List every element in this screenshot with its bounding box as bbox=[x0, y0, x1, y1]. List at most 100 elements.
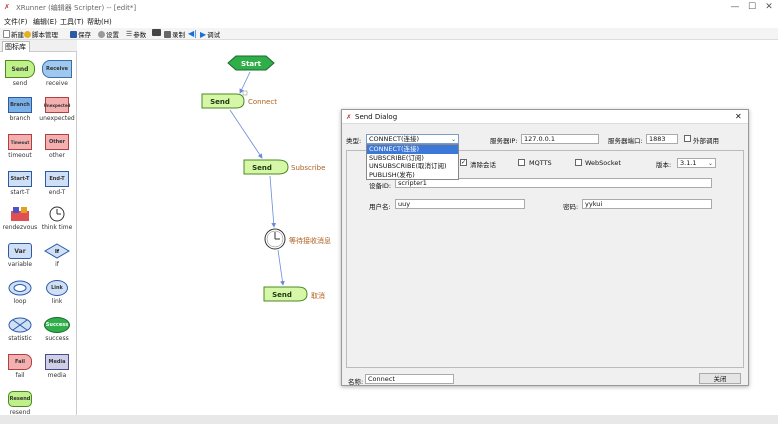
debug-button[interactable]: ▶ 调试 bbox=[200, 29, 220, 40]
flow-arrow-3 bbox=[269, 175, 277, 228]
websocket-checkbox[interactable] bbox=[575, 159, 582, 166]
script-manage-icon bbox=[24, 30, 31, 38]
palette-media[interactable]: Media media bbox=[38, 354, 76, 379]
server-ip-input[interactable]: 127.0.0.1 bbox=[521, 134, 599, 144]
node-label-wait: 等待接收消息 bbox=[289, 237, 331, 245]
palette-success[interactable]: Success success bbox=[38, 317, 76, 342]
type-option-connect[interactable]: CONNECT(连接) bbox=[367, 145, 458, 154]
selection-handle bbox=[242, 90, 248, 96]
bottom-strip bbox=[0, 415, 778, 424]
unexpected-icon: Unexpected bbox=[44, 97, 70, 113]
send-dialog: ✗ Send Dialog ✕ 类型: CONNECT(连接) ⌄ 服务器IP: … bbox=[341, 109, 749, 386]
password-label: 密码: bbox=[563, 203, 579, 211]
menu-help[interactable]: 帮助(H) bbox=[87, 17, 112, 27]
menu-file[interactable]: 文件(F) bbox=[4, 17, 28, 27]
grid-icon bbox=[152, 29, 161, 36]
palette-fail[interactable]: Fail fail bbox=[1, 354, 39, 379]
step-button[interactable]: ◀| bbox=[188, 29, 197, 38]
palette-loop[interactable]: loop bbox=[1, 280, 39, 305]
websocket-label: WebSocket bbox=[585, 159, 621, 167]
name-input[interactable]: Connect bbox=[365, 374, 454, 384]
flow-arrow-4 bbox=[277, 249, 285, 286]
palette-branch[interactable]: Branch branch bbox=[1, 97, 39, 122]
palette-end-t[interactable]: End-T end-T bbox=[38, 171, 76, 196]
type-option-publish[interactable]: PUBLISH(发布) bbox=[367, 171, 458, 180]
step-icon: ◀| bbox=[188, 29, 197, 38]
dialog-close-icon[interactable]: ✕ bbox=[735, 112, 742, 121]
close-window-button[interactable]: ✕ bbox=[762, 2, 776, 12]
settings-button[interactable]: 设置 bbox=[98, 29, 119, 39]
node-label-subscribe: Subscribe bbox=[291, 164, 326, 172]
palette-link[interactable]: Link link bbox=[38, 280, 76, 305]
server-port-input[interactable]: 1883 bbox=[646, 134, 678, 144]
script-manage-button[interactable]: 脚本管理 bbox=[24, 29, 58, 39]
success-icon: Success bbox=[44, 317, 70, 333]
palette-if[interactable]: If if bbox=[38, 243, 76, 268]
save-button[interactable]: 保存 bbox=[70, 29, 91, 39]
clock-icon bbox=[43, 206, 71, 222]
start-node-text: Start bbox=[241, 60, 262, 68]
palette-statistic[interactable]: statistic bbox=[1, 317, 39, 342]
dialog-content-panel: ✓ 清除会话 MQTTS WebSocket 版本: 3.1.1 ⌄ 设备ID: … bbox=[346, 150, 744, 368]
password-input[interactable]: yykui bbox=[582, 199, 712, 209]
palette-variable[interactable]: Var variable bbox=[1, 243, 39, 268]
palette-start-t[interactable]: Start-T start-T bbox=[1, 171, 39, 196]
palette-send[interactable]: Send send bbox=[1, 60, 39, 87]
palette-think-time[interactable]: think time bbox=[38, 206, 76, 231]
palette-timeout[interactable]: Timeout timeout bbox=[1, 134, 39, 159]
username-input[interactable]: uuy bbox=[395, 199, 525, 209]
type-label: 类型: bbox=[346, 137, 362, 145]
close-button[interactable]: 关闭 bbox=[699, 373, 741, 384]
clean-session-label: 清除会话 bbox=[470, 161, 496, 169]
title-bar: ✗ XRunner (编辑器 Scripter) -- [edit*] — ☐ … bbox=[0, 0, 778, 17]
palette-tab[interactable]: 图标库 bbox=[2, 41, 30, 52]
maximize-button[interactable]: ☐ bbox=[745, 2, 759, 12]
loop-icon bbox=[6, 280, 34, 296]
external-call-checkbox[interactable] bbox=[684, 135, 691, 142]
palette-receive[interactable]: Receive receive bbox=[38, 60, 76, 87]
version-chevron-icon: ⌄ bbox=[707, 160, 713, 167]
menu-tools[interactable]: 工具(T) bbox=[60, 17, 84, 27]
type-option-subscribe[interactable]: SUBSCRIBE(订阅) bbox=[367, 154, 458, 163]
receive-icon: Receive bbox=[42, 60, 72, 78]
variable-icon: Var bbox=[8, 243, 32, 259]
palette-unexpected[interactable]: Unexpected unexpected bbox=[38, 97, 76, 122]
palette-rendezvous[interactable]: rendezvous bbox=[1, 206, 39, 231]
statistic-icon bbox=[6, 317, 34, 333]
link-icon: Link bbox=[46, 280, 68, 296]
grid-button[interactable] bbox=[152, 29, 161, 36]
params-button[interactable]: ☰ 参数 bbox=[126, 29, 146, 39]
toolbar: 新建 脚本管理 保存 设置 ☰ 参数 录制 ◀| ▶ 调试 bbox=[0, 28, 778, 40]
chevron-down-icon: ⌄ bbox=[450, 136, 456, 143]
node-label-cancel: 取消 bbox=[311, 292, 325, 300]
branch-icon: Branch bbox=[8, 97, 32, 113]
palette-resend[interactable]: Resend resend bbox=[1, 391, 39, 416]
record-icon bbox=[164, 30, 171, 38]
version-select[interactable]: 3.1.1 ⌄ bbox=[677, 158, 716, 168]
device-id-label: 设备ID: bbox=[369, 182, 392, 190]
resend-icon: Resend bbox=[8, 391, 32, 407]
clean-session-checkbox[interactable]: ✓ bbox=[460, 159, 467, 166]
mqtts-checkbox[interactable] bbox=[518, 159, 525, 166]
type-select[interactable]: CONNECT(连接) ⌄ bbox=[366, 134, 459, 144]
external-call-label: 外部调用 bbox=[693, 137, 719, 145]
node-label-connect: Connect bbox=[248, 98, 277, 106]
mqtts-label: MQTTS bbox=[529, 159, 552, 167]
timeout-icon: Timeout bbox=[8, 134, 32, 150]
new-file-icon bbox=[3, 30, 10, 38]
type-option-unsubscribe[interactable]: UNSUBSCRIBE(取消订阅) bbox=[367, 162, 458, 171]
dialog-title: Send Dialog bbox=[355, 113, 398, 121]
flow-arrow-2 bbox=[229, 109, 263, 159]
settings-icon bbox=[98, 30, 105, 38]
new-button[interactable]: 新建 bbox=[3, 29, 24, 39]
menu-edit[interactable]: 编辑(E) bbox=[33, 17, 57, 27]
record-button[interactable]: 录制 bbox=[164, 29, 185, 39]
version-label: 版本: bbox=[656, 161, 672, 169]
app-logo-icon: ✗ bbox=[4, 3, 10, 11]
server-port-label: 服务器端口: bbox=[608, 137, 643, 145]
save-icon bbox=[70, 30, 77, 38]
username-label: 用户名: bbox=[369, 203, 391, 211]
palette-other[interactable]: Other other bbox=[38, 134, 76, 159]
minimize-button[interactable]: — bbox=[728, 2, 742, 12]
send-icon: Send bbox=[5, 60, 35, 78]
